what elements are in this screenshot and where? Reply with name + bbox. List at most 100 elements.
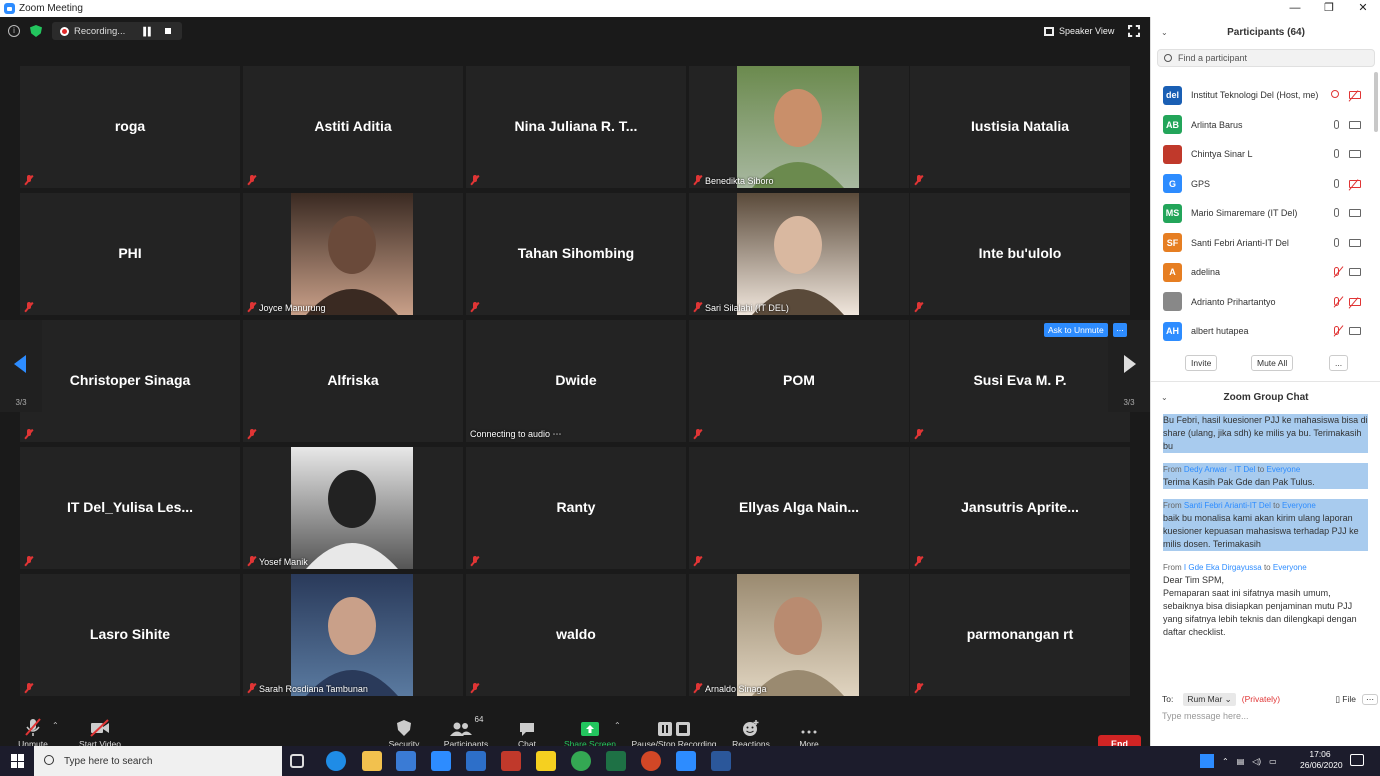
chrome-icon[interactable]: [571, 751, 591, 771]
camera-icon[interactable]: [1349, 327, 1361, 335]
share-options-chevron-icon[interactable]: ⌃: [614, 721, 621, 730]
ask-to-unmute-button[interactable]: Ask to Unmute: [1044, 323, 1108, 337]
info-icon[interactable]: i: [8, 25, 20, 37]
more-button[interactable]: More: [794, 715, 824, 749]
mail-icon[interactable]: [466, 751, 486, 771]
camera-icon[interactable]: [1349, 120, 1361, 129]
microphone-icon[interactable]: [1334, 237, 1339, 247]
microphone-muted-icon[interactable]: [1334, 326, 1339, 335]
participant-list-item[interactable]: Aadelina: [1163, 258, 1369, 286]
participant-tile[interactable]: POM: [689, 320, 909, 442]
tray-expand-icon[interactable]: ⌃: [1222, 757, 1229, 766]
pause-recording-icon[interactable]: ▌▌: [143, 27, 153, 36]
microphone-icon[interactable]: [1334, 208, 1339, 217]
pause-stop-recording-button[interactable]: Pause/Stop Recording: [630, 715, 718, 749]
participant-tile[interactable]: Yosef Manik: [243, 447, 463, 569]
participant-tile[interactable]: PHI: [20, 193, 240, 315]
participant-tile[interactable]: Christoper Sinaga: [20, 320, 240, 442]
file-button[interactable]: ▯ File: [1335, 694, 1356, 705]
powerpoint-icon[interactable]: [641, 751, 661, 771]
participant-tile[interactable]: Benedikta Siboro: [689, 66, 909, 188]
participant-tile[interactable]: Sari Silalahi (IT DEL): [689, 193, 909, 315]
participant-tile[interactable]: Lasro Sihite: [20, 574, 240, 696]
taskbar-clock[interactable]: 17:06 26/06/2020: [1300, 749, 1343, 771]
camera-off-icon[interactable]: [1349, 91, 1361, 99]
share-screen-button[interactable]: Share Screen: [562, 715, 618, 749]
participants-more-button[interactable]: ...: [1329, 355, 1349, 371]
camera-icon[interactable]: [1349, 209, 1361, 217]
participant-tile[interactable]: Inte bu'ulolo: [910, 193, 1130, 315]
participant-tile[interactable]: waldo: [466, 574, 686, 696]
microphone-icon[interactable]: [1334, 178, 1339, 188]
participant-tile[interactable]: Iustisia Natalia: [910, 66, 1130, 188]
store-icon[interactable]: [396, 751, 416, 771]
microphone-icon[interactable]: [1334, 119, 1339, 129]
participant-list-item[interactable]: AB Arlinta Barus: [1163, 111, 1369, 139]
start-video-button[interactable]: Start Video: [74, 715, 126, 749]
participant-tile[interactable]: Sarah Rosdiana Tambunan: [243, 574, 463, 696]
stop-recording-icon[interactable]: [164, 28, 171, 34]
zoom-taskbar-icon[interactable]: [676, 751, 696, 771]
participant-tile[interactable]: parmonangan rt: [910, 574, 1130, 696]
recording-icon[interactable]: [1331, 90, 1339, 98]
camera-icon[interactable]: [1349, 238, 1361, 247]
excel-icon[interactable]: [606, 751, 626, 771]
close-button[interactable]: ✕: [1346, 0, 1380, 17]
audio-options-chevron-icon[interactable]: ⌃: [52, 721, 59, 730]
invite-button[interactable]: Invite: [1185, 355, 1218, 371]
tray-l-app-icon[interactable]: [1200, 754, 1214, 768]
encryption-shield-icon[interactable]: [30, 25, 42, 37]
minimize-button[interactable]: —: [1278, 0, 1312, 17]
edge-browser-icon[interactable]: [326, 751, 346, 771]
chat-more-button[interactable]: ⋯: [1362, 693, 1378, 705]
participant-tile[interactable]: Tahan Sihombing: [466, 193, 686, 315]
recipient-select[interactable]: Rum Mar ⌄: [1183, 692, 1236, 706]
participant-search-input[interactable]: Find a participant: [1157, 49, 1375, 67]
security-button[interactable]: Security: [384, 715, 424, 749]
chat-button[interactable]: Chat: [510, 715, 544, 749]
participant-list-item[interactable]: SF Santi Febri Arianti-IT Del: [1163, 229, 1369, 257]
camera-icon[interactable]: [1349, 268, 1361, 276]
task-view-icon[interactable]: [290, 754, 304, 768]
participant-list-scrollbar[interactable]: [1374, 72, 1378, 132]
network-icon[interactable]: ▤: [1237, 757, 1245, 766]
participant-tile[interactable]: Jansutris Aprite...: [910, 447, 1130, 569]
participant-tile[interactable]: Joyce Manurung: [243, 193, 463, 315]
participant-tile[interactable]: Dwide Connecting to audio ⋯: [466, 320, 686, 442]
camera-off-icon[interactable]: [1349, 179, 1361, 188]
antivirus-icon[interactable]: [501, 751, 521, 771]
participant-list-item[interactable]: Adrianto Prihartantyo: [1163, 288, 1369, 316]
word-icon[interactable]: [711, 751, 731, 771]
participant-list-item[interactable]: MS Mario Simaremare (IT Del): [1163, 199, 1369, 227]
participant-tile[interactable]: Susi Eva M. P.: [910, 320, 1130, 442]
l-app-icon[interactable]: [431, 751, 451, 771]
previous-page-button[interactable]: 3/3: [0, 320, 42, 412]
tile-more-button[interactable]: ...: [1113, 323, 1127, 337]
notifications-icon[interactable]: [1350, 754, 1364, 766]
mute-all-button[interactable]: Mute All: [1251, 355, 1294, 371]
speaker-view-button[interactable]: Speaker View: [1044, 22, 1114, 40]
reactions-button[interactable]: Reactions: [730, 715, 772, 749]
camera-icon[interactable]: [1349, 150, 1361, 158]
sticky-notes-icon[interactable]: [536, 751, 556, 771]
taskbar-search-box[interactable]: Type here to search: [34, 746, 282, 776]
participant-list-item[interactable]: Chintya Sinar L: [1163, 140, 1369, 168]
participant-list-item[interactable]: del Institut Teknologi Del (Host, me): [1163, 81, 1369, 109]
microphone-muted-icon[interactable]: [1334, 267, 1339, 276]
participant-tile[interactable]: roga: [20, 66, 240, 188]
participant-tile[interactable]: Nina Juliana R. T...: [466, 66, 686, 188]
participant-tile[interactable]: Alfriska: [243, 320, 463, 442]
participant-tile[interactable]: Astiti Aditia: [243, 66, 463, 188]
participant-list-item[interactable]: AH albert hutapea: [1163, 317, 1369, 345]
participant-tile[interactable]: IT Del_Yulisa Les...: [20, 447, 240, 569]
keyboard-icon[interactable]: ▭: [1269, 757, 1277, 766]
participant-list-item[interactable]: G GPS: [1163, 170, 1369, 198]
microphone-icon[interactable]: [1334, 149, 1339, 158]
file-explorer-icon[interactable]: [362, 751, 382, 771]
camera-off-icon[interactable]: [1349, 297, 1361, 306]
participant-tile[interactable]: Arnaldo Sinaga: [689, 574, 909, 696]
participants-button[interactable]: 64 Participants: [440, 715, 492, 749]
participant-tile[interactable]: Ranty: [466, 447, 686, 569]
participant-tile[interactable]: Ellyas Alga Nain...: [689, 447, 909, 569]
fullscreen-icon[interactable]: [1128, 25, 1140, 37]
